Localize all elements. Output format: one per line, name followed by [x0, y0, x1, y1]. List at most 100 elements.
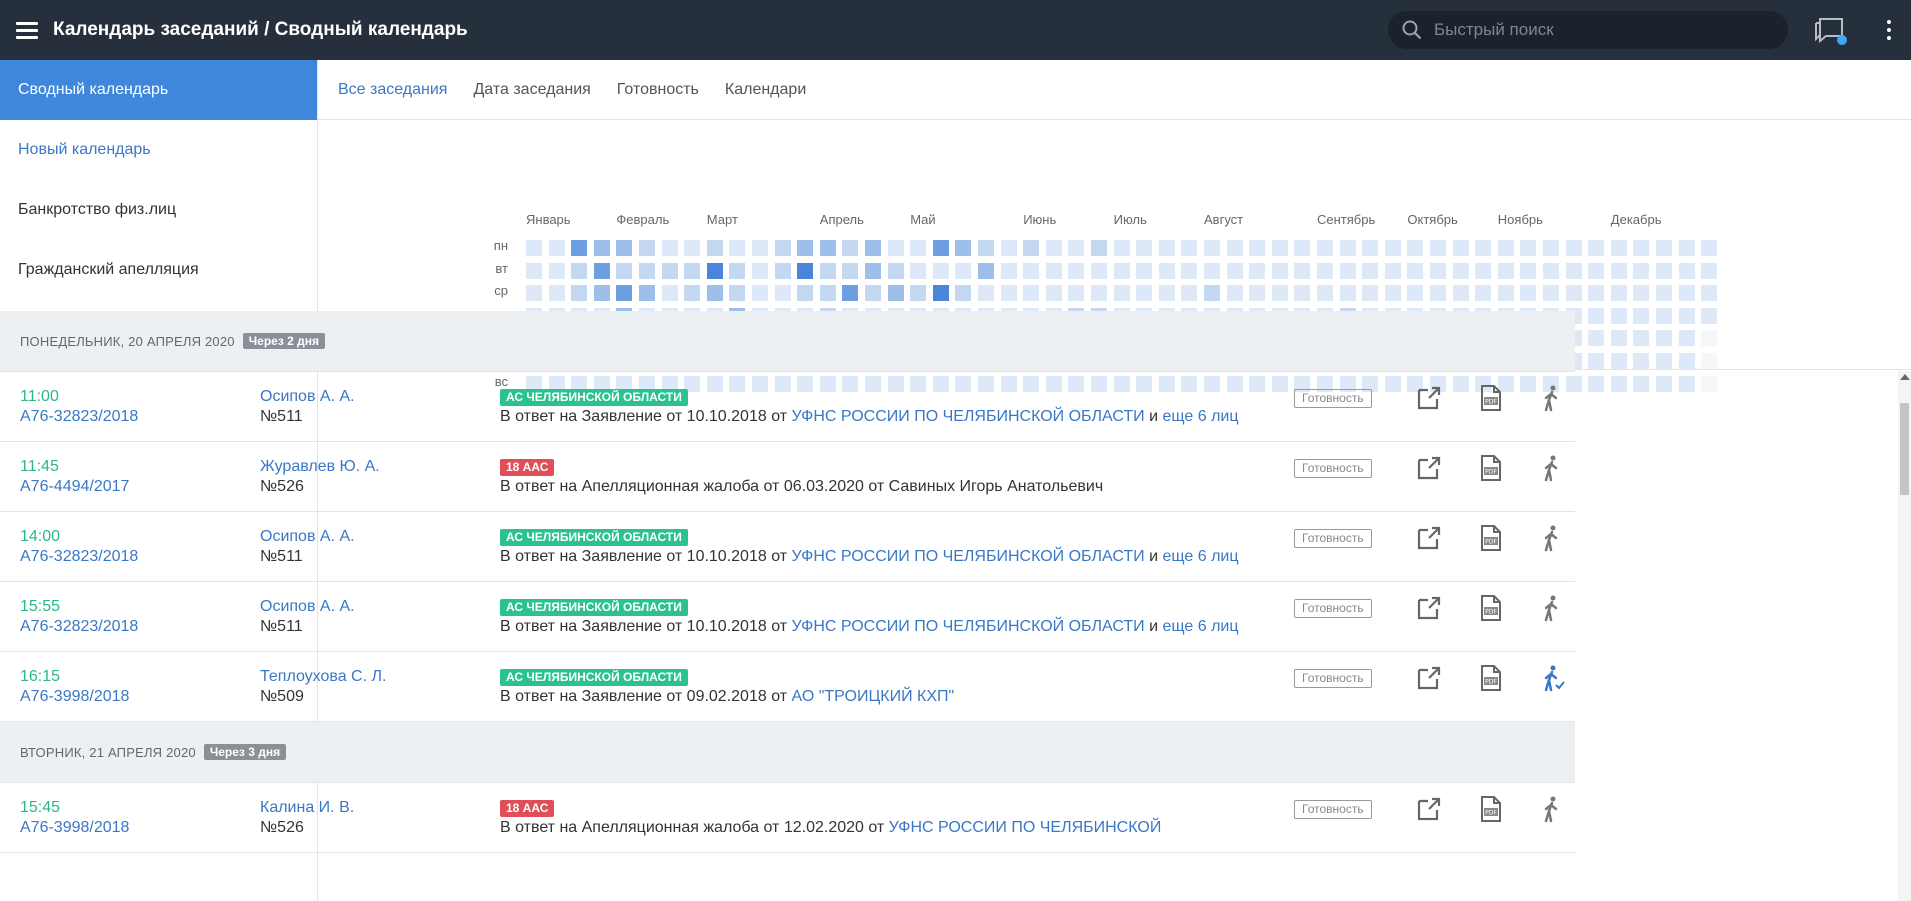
heatmap-cell[interactable]	[752, 285, 768, 302]
heatmap-cell[interactable]	[616, 262, 633, 279]
session-time[interactable]: 15:45	[20, 798, 60, 818]
heatmap-cell[interactable]	[1339, 285, 1356, 302]
heatmap-cell[interactable]	[1610, 330, 1627, 347]
heatmap-cell[interactable]	[1271, 285, 1288, 302]
heatmap-cell[interactable]	[1701, 353, 1718, 369]
heatmap-cell[interactable]	[526, 285, 542, 302]
heatmap-cell[interactable]	[571, 262, 588, 279]
heatmap-cell[interactable]	[1543, 285, 1559, 302]
heatmap-cell[interactable]	[797, 262, 814, 279]
heatmap-cell[interactable]	[729, 285, 746, 302]
heatmap-cell[interactable]	[752, 262, 768, 279]
heatmap-cell[interactable]	[526, 240, 542, 256]
heatmap-cell[interactable]	[548, 240, 565, 256]
heatmap-cell[interactable]	[1317, 262, 1333, 279]
heatmap-cell[interactable]	[1271, 240, 1288, 256]
heatmap-cell[interactable]	[1407, 262, 1424, 279]
readiness-button[interactable]: Готовность	[1294, 459, 1372, 478]
heatmap-cell[interactable]	[1543, 262, 1559, 279]
heatmap-cell[interactable]	[1656, 262, 1672, 279]
heatmap-cell[interactable]	[1362, 262, 1379, 279]
heatmap-cell[interactable]	[1068, 285, 1085, 302]
heatmap-cell[interactable]	[1271, 262, 1288, 279]
heatmap-cell[interactable]	[797, 240, 814, 256]
heatmap-cell[interactable]	[1678, 353, 1695, 369]
menu-icon[interactable]	[16, 21, 38, 39]
heatmap-cell[interactable]	[887, 240, 904, 256]
heatmap-cell[interactable]	[1656, 285, 1672, 302]
heatmap-cell[interactable]	[706, 240, 723, 256]
heatmap-cell[interactable]	[1023, 262, 1040, 279]
session-time[interactable]: 11:45	[20, 457, 59, 477]
heatmap-cell[interactable]	[1610, 307, 1627, 324]
attendance-icon[interactable]	[1537, 594, 1565, 622]
heatmap-cell[interactable]	[1317, 240, 1333, 256]
attendance-confirmed-icon[interactable]	[1537, 664, 1565, 692]
heatmap-cell[interactable]	[1091, 262, 1107, 279]
heatmap-cell[interactable]	[1475, 285, 1492, 302]
heatmap-cell[interactable]	[1045, 240, 1062, 256]
heatmap-cell[interactable]	[842, 262, 859, 279]
heatmap-cell[interactable]	[1520, 240, 1537, 256]
heatmap-cell[interactable]	[1610, 375, 1627, 392]
heatmap-cell[interactable]	[706, 285, 723, 302]
heatmap-cell[interactable]	[1610, 262, 1627, 279]
heatmap-cell[interactable]	[1430, 285, 1446, 302]
party-link[interactable]: УФНС РОССИИ ПО ЧЕЛЯБИНСКОЙ ОБЛАСТИ	[792, 618, 1145, 635]
heatmap-cell[interactable]	[1678, 375, 1695, 392]
heatmap-cell[interactable]	[955, 262, 972, 279]
heatmap-cell[interactable]	[1158, 285, 1175, 302]
heatmap-cell[interactable]	[1294, 285, 1311, 302]
heatmap-cell[interactable]	[571, 240, 588, 256]
pdf-icon[interactable]: PDF	[1476, 594, 1504, 622]
heatmap-cell[interactable]	[661, 262, 678, 279]
heatmap-cell[interactable]	[1430, 262, 1446, 279]
heatmap-cell[interactable]	[1249, 262, 1266, 279]
heatmap-cell[interactable]	[955, 240, 972, 256]
heatmap-cell[interactable]	[1204, 285, 1220, 302]
pdf-icon[interactable]: PDF	[1476, 664, 1504, 692]
readiness-button[interactable]: Готовность	[1294, 529, 1372, 548]
party-link[interactable]: УФНС РОССИИ ПО ЧЕЛЯБИНСКОЙ ОБЛАСТИ	[792, 548, 1145, 565]
heatmap-cell[interactable]	[706, 262, 723, 279]
heatmap-cell[interactable]	[1633, 307, 1650, 324]
heatmap-cell[interactable]	[865, 240, 881, 256]
heatmap-cell[interactable]	[1678, 262, 1695, 279]
heatmap-cell[interactable]	[819, 240, 836, 256]
heatmap-cell[interactable]	[978, 240, 994, 256]
case-number-link[interactable]: А76-3998/2018	[20, 687, 129, 707]
heatmap-cell[interactable]	[684, 285, 701, 302]
heatmap-cell[interactable]	[616, 240, 633, 256]
heatmap-cell[interactable]	[1701, 330, 1718, 347]
heatmap-cell[interactable]	[1656, 307, 1672, 324]
heatmap-cell[interactable]	[1543, 240, 1559, 256]
heatmap-cell[interactable]	[1588, 330, 1605, 347]
heatmap-cell[interactable]	[1226, 240, 1243, 256]
chat-icon[interactable]	[1814, 16, 1848, 48]
more-parties-link[interactable]: еще 6 лиц	[1163, 548, 1239, 565]
search-box[interactable]	[1388, 11, 1788, 49]
heatmap-cell[interactable]	[1588, 285, 1605, 302]
tab-readiness[interactable]: Готовность	[617, 81, 699, 99]
heatmap-cell[interactable]	[1588, 375, 1605, 392]
heatmap-cell[interactable]	[1294, 262, 1311, 279]
heatmap-cell[interactable]	[1430, 240, 1446, 256]
tab-calendars[interactable]: Календари	[725, 81, 806, 99]
heatmap-cell[interactable]	[1204, 240, 1220, 256]
readiness-button[interactable]: Готовность	[1294, 599, 1372, 618]
heatmap-cell[interactable]	[842, 240, 859, 256]
heatmap-cell[interactable]	[1678, 285, 1695, 302]
readiness-button[interactable]: Готовность	[1294, 669, 1372, 688]
heatmap-cell[interactable]	[616, 285, 633, 302]
heatmap-cell[interactable]	[1045, 262, 1062, 279]
heatmap-cell[interactable]	[1091, 285, 1107, 302]
heatmap-cell[interactable]	[1610, 285, 1627, 302]
open-external-icon[interactable]	[1415, 594, 1443, 622]
heatmap-cell[interactable]	[1158, 262, 1175, 279]
more-menu-icon[interactable]	[1886, 20, 1892, 42]
heatmap-cell[interactable]	[1633, 285, 1650, 302]
heatmap-cell[interactable]	[932, 285, 949, 302]
heatmap-cell[interactable]	[910, 285, 927, 302]
heatmap-cell[interactable]	[1339, 262, 1356, 279]
heatmap-cell[interactable]	[593, 285, 610, 302]
